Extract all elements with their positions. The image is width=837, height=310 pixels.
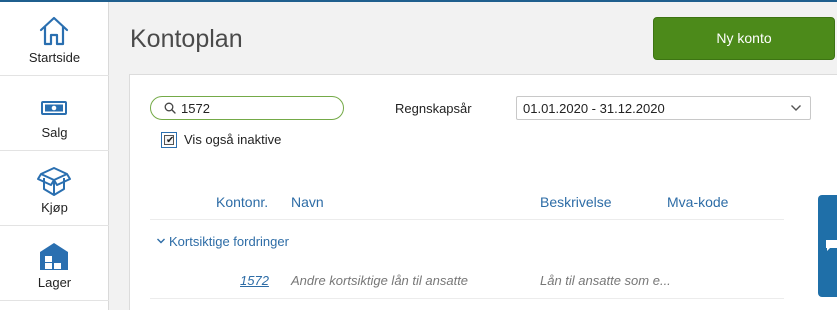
column-header-beskrivelse[interactable]: Beskrivelse <box>540 194 612 210</box>
box-icon <box>37 167 71 196</box>
chat-button[interactable] <box>818 195 837 297</box>
search-field[interactable] <box>150 96 344 120</box>
header-divider <box>150 219 784 220</box>
column-header-navn[interactable]: Navn <box>291 194 324 210</box>
search-input[interactable] <box>181 99 331 117</box>
column-header-kontonr[interactable]: Kontonr. <box>216 194 268 210</box>
warehouse-icon <box>40 243 68 270</box>
fiscal-year-value: 01.01.2020 - 31.12.2020 <box>523 101 665 116</box>
sidebar-item-label: Salg <box>41 125 68 140</box>
account-description: Lån til ansatte som e... <box>540 273 671 288</box>
sidebar-item-startside[interactable]: Startside <box>0 2 109 76</box>
fiscal-year-label: Regnskapsår <box>395 101 472 116</box>
sidebar-item-salg[interactable]: Salg <box>0 77 109 151</box>
new-account-button[interactable]: Ny konto <box>653 17 835 60</box>
account-name: Andre kortsiktige lån til ansatte <box>291 273 469 288</box>
show-inactive-checkbox[interactable]: ✔ <box>161 132 177 148</box>
group-label: Kortsiktige fordringer <box>169 234 289 249</box>
search-icon <box>164 102 176 114</box>
row-divider <box>150 298 784 299</box>
checkbox-box: ✔ <box>164 135 175 146</box>
checkmark-icon: ✔ <box>166 135 175 146</box>
page-title: Kontoplan <box>130 25 243 53</box>
group-toggle-kortsiktige-fordringer[interactable]: Kortsiktige fordringer <box>156 234 289 249</box>
account-number-link[interactable]: 1572 <box>240 273 269 288</box>
chevron-down-icon <box>791 105 801 111</box>
column-header-mva-kode[interactable]: Mva-kode <box>667 194 728 210</box>
money-icon <box>41 101 67 115</box>
sidebar-item-label: Startside <box>28 50 81 65</box>
fiscal-year-select[interactable]: 01.01.2020 - 31.12.2020 <box>516 96 811 120</box>
home-icon <box>39 16 69 46</box>
sidebar-item-lager[interactable]: Lager <box>0 227 109 301</box>
show-inactive-label: Vis også inaktive <box>184 132 282 147</box>
top-accent-line <box>0 0 837 2</box>
chevron-down-icon <box>157 238 165 244</box>
chat-bubble-icon <box>826 240 837 251</box>
sidebar-item-label: Lager <box>37 275 72 290</box>
sidebar-item-kjop[interactable]: Kjøp <box>0 152 109 226</box>
sidebar: Startside Salg Kjøp Lager <box>0 2 109 310</box>
sidebar-item-label: Kjøp <box>41 200 68 215</box>
